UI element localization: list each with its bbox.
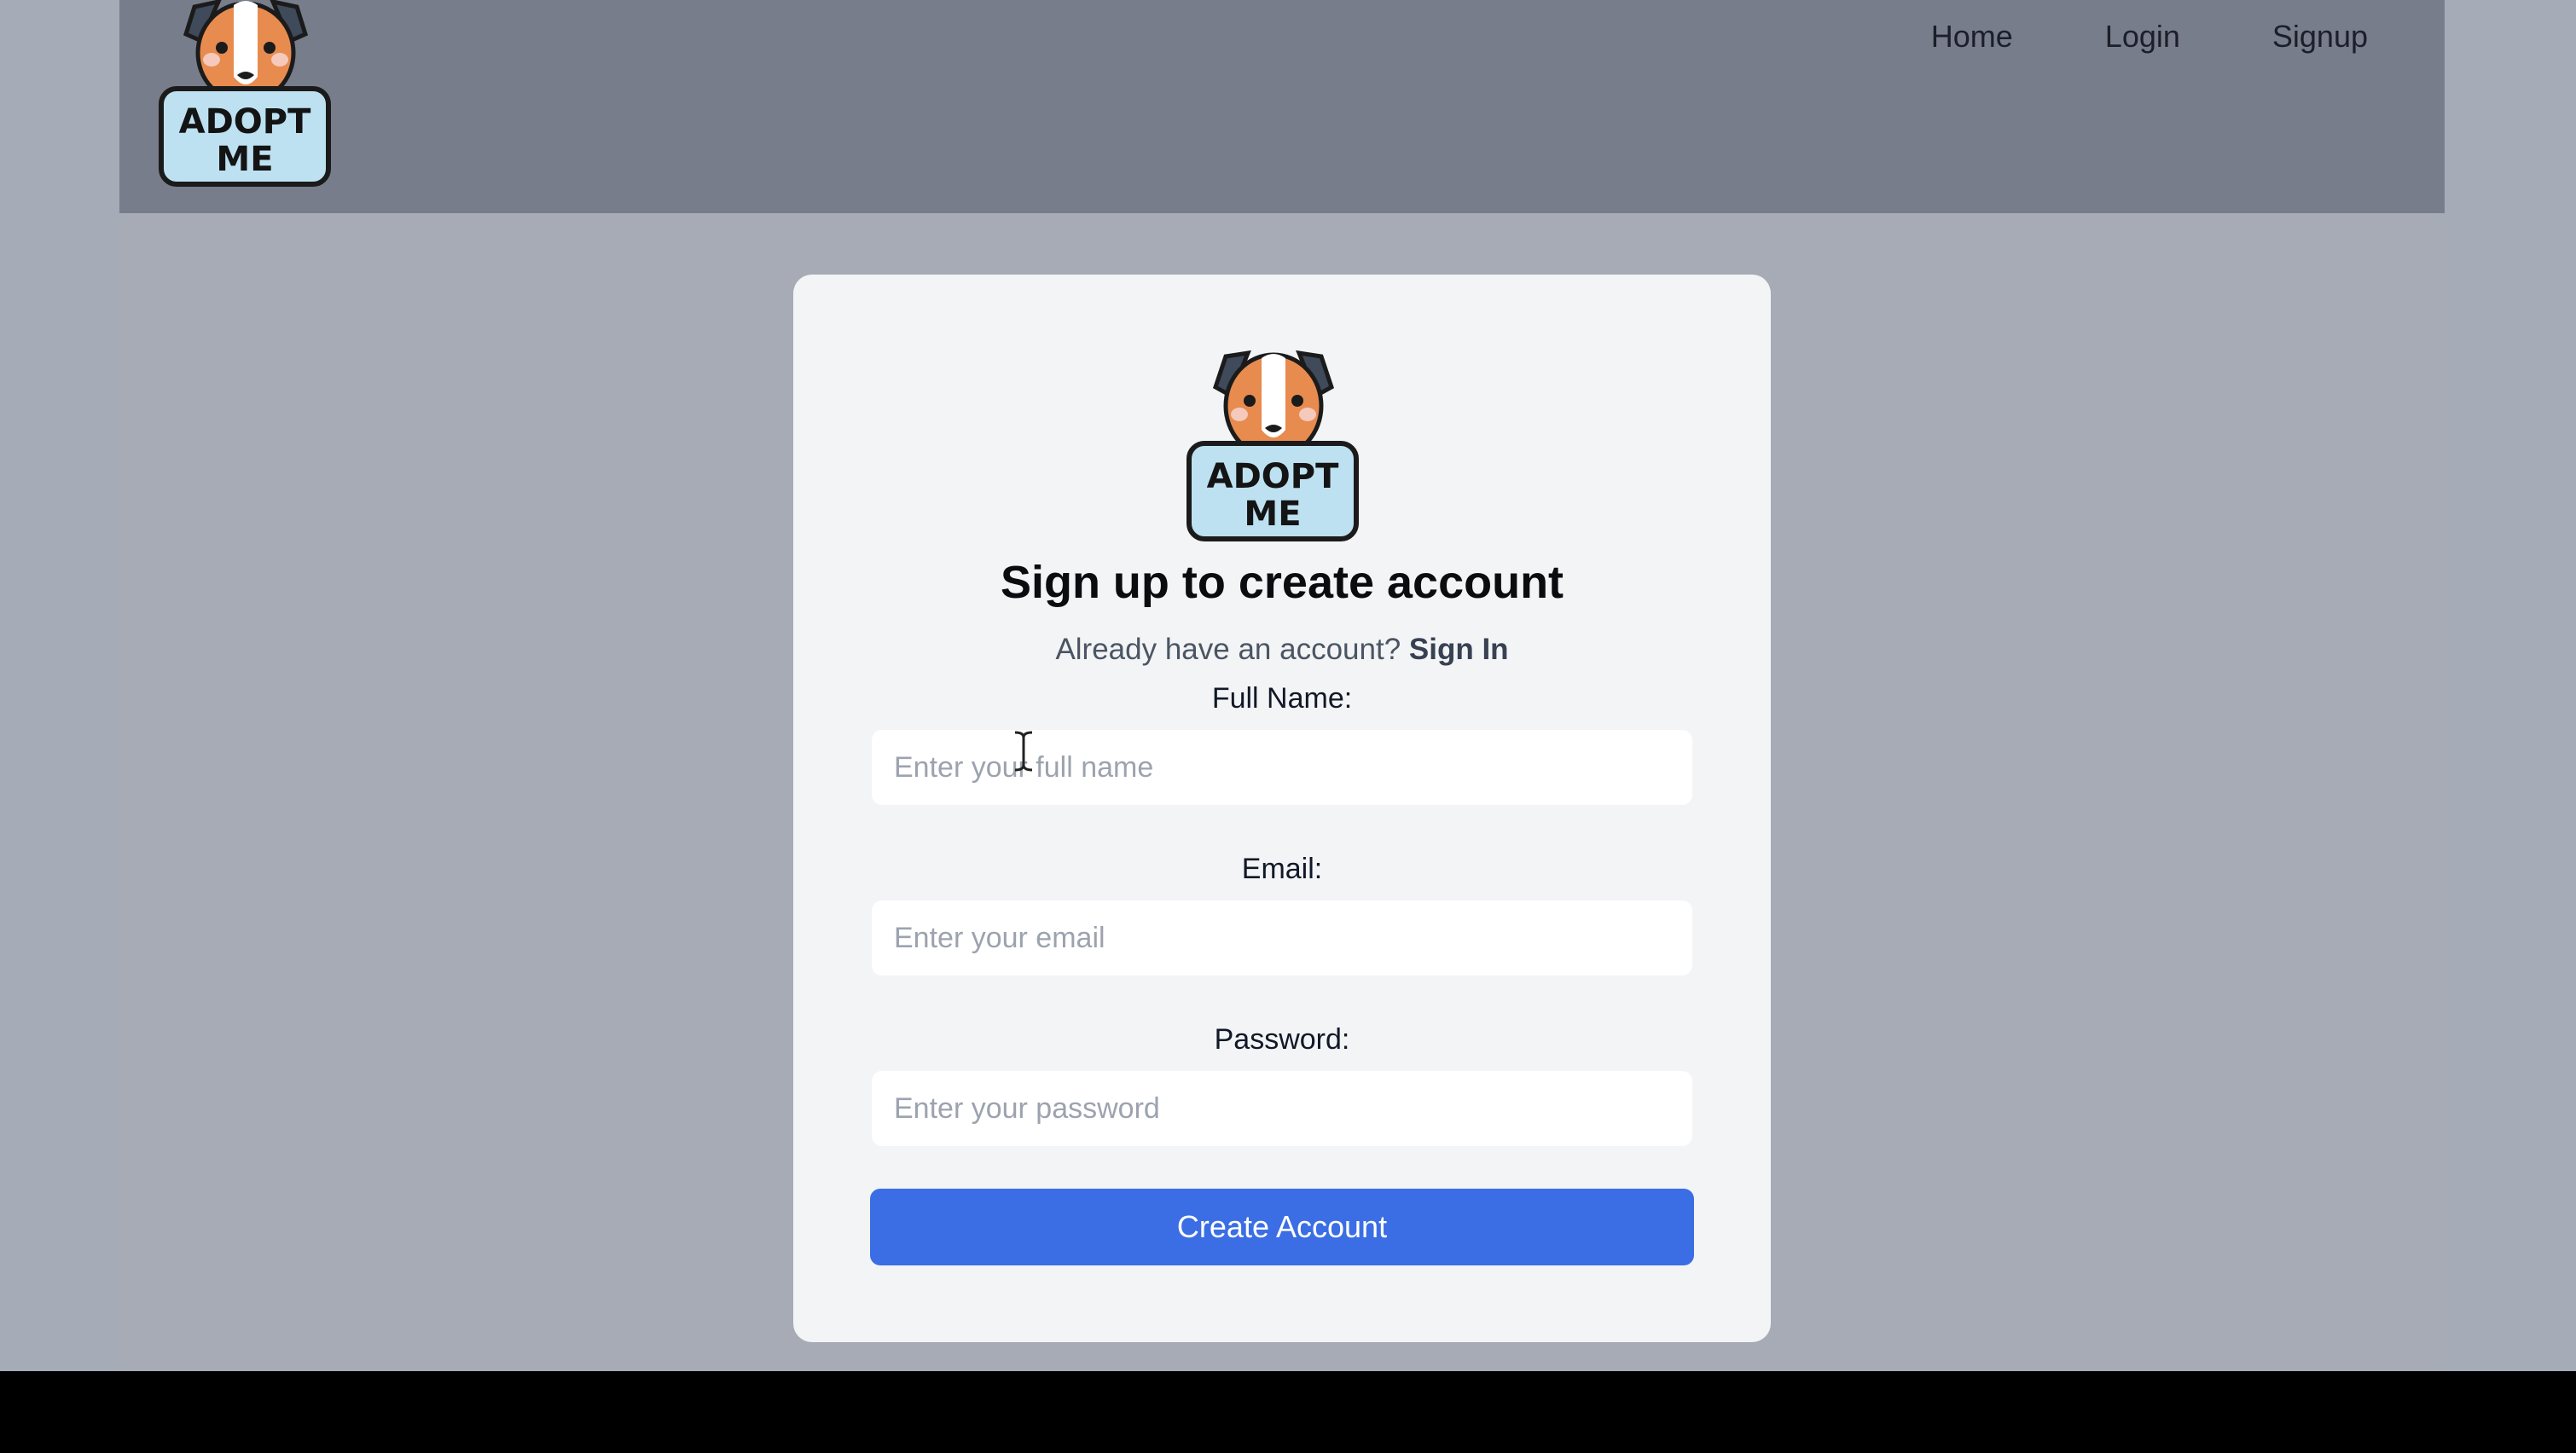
browser-viewport: ADOPT ME Home Login Signup ADOPT ME Sign… <box>0 0 2576 1371</box>
nav-logo-text-line2: ME <box>216 140 273 179</box>
card-logo-text-line1: ADOPT <box>1207 457 1339 496</box>
adopt-me-logo-icon[interactable]: ADOPT ME <box>158 0 334 189</box>
nav-links: Home Login Signup <box>1839 15 2368 58</box>
signin-link[interactable]: Sign In <box>1409 633 1509 666</box>
password-label: Password: <box>1214 1023 1350 1056</box>
signin-prompt-text: Already have an account? <box>1055 633 1401 666</box>
nav-link-signup[interactable]: Signup <box>2272 15 2368 58</box>
nav-link-home[interactable]: Home <box>1931 15 2013 58</box>
password-input[interactable] <box>872 1071 1692 1146</box>
page: ADOPT ME Home Login Signup ADOPT ME Sign… <box>119 0 2445 1371</box>
signup-card: ADOPT ME Sign up to create account Alrea… <box>793 275 1771 1342</box>
create-account-button[interactable]: Create Account <box>870 1189 1694 1265</box>
card-logo-text-line2: ME <box>1244 495 1301 534</box>
full-name-label: Full Name: <box>1211 682 1353 715</box>
email-input[interactable] <box>872 900 1692 975</box>
adopt-me-card-logo-icon: ADOPT ME <box>1186 350 1359 541</box>
signin-prompt: Already have an account? Sign In <box>793 633 1771 667</box>
text-cursor-icon <box>1014 731 1033 772</box>
full-name-input[interactable] <box>872 730 1692 805</box>
navbar: ADOPT ME Home Login Signup <box>119 0 2445 213</box>
nav-logo-text-line1: ADOPT <box>179 102 311 142</box>
nav-link-login[interactable]: Login <box>2105 15 2180 58</box>
email-label: Email: <box>1241 853 1323 885</box>
page-title: Sign up to create account <box>1000 557 1564 608</box>
